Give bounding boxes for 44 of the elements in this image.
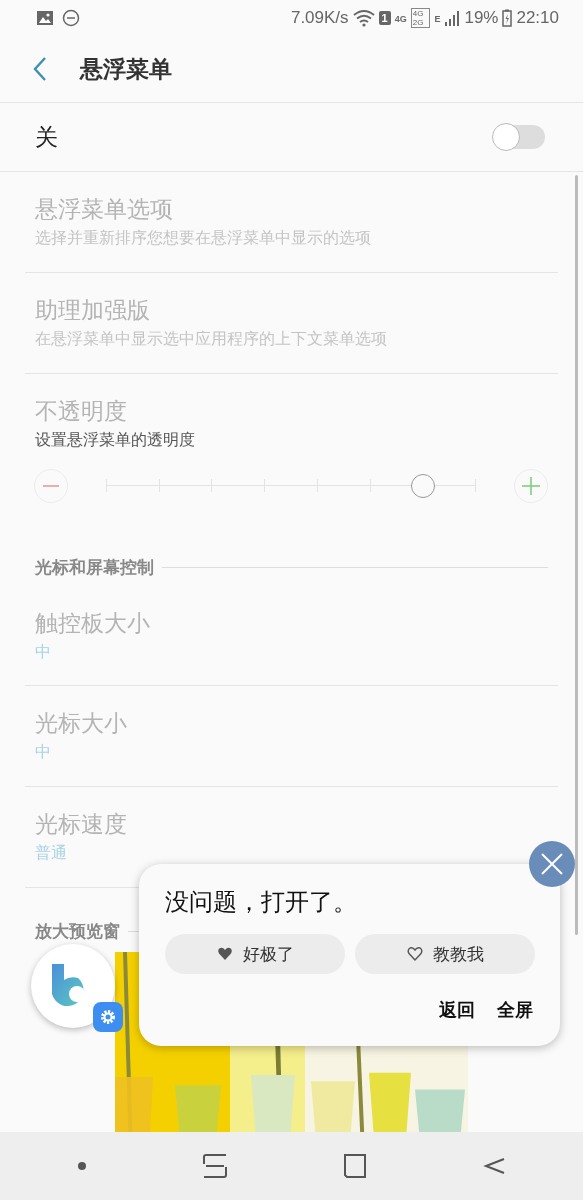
network-label: 4G xyxy=(412,9,424,18)
network-label: 4G xyxy=(394,14,407,24)
recent-apps-icon[interactable] xyxy=(202,1153,229,1179)
section-header: 放大预览窗 xyxy=(35,919,120,943)
network-speed: 7.09K/s xyxy=(290,8,349,28)
item-value: 中 xyxy=(35,742,52,763)
home-icon[interactable] xyxy=(342,1153,367,1179)
network-label: 2G xyxy=(412,18,424,27)
item-description: 设置悬浮菜单的透明度 xyxy=(35,430,196,451)
item-title: 触控板大小 xyxy=(35,609,151,638)
switch-label: 关 xyxy=(35,122,58,152)
item-title: 悬浮菜单选项 xyxy=(35,195,174,224)
clock: 22:10 xyxy=(516,8,559,28)
plus-icon xyxy=(521,476,541,496)
minus-circle-icon xyxy=(62,9,80,27)
feedback-button[interactable]: 教教我 xyxy=(355,934,535,974)
sim-badge: 1 xyxy=(378,11,391,25)
item-value: 中 xyxy=(35,642,52,663)
toggle-switch[interactable] xyxy=(493,125,545,149)
wifi-icon xyxy=(352,9,375,27)
assistant-button[interactable] xyxy=(31,944,115,1028)
item-title: 不透明度 xyxy=(35,397,128,426)
page-title: 悬浮菜单 xyxy=(80,54,172,84)
feedback-button[interactable]: 好极了 xyxy=(165,934,345,974)
section-header: 光标和屏幕控制 xyxy=(35,555,154,579)
item-title: 光标速度 xyxy=(35,810,128,839)
text-button[interactable]: 返回 xyxy=(437,996,477,1024)
item-title: 助理加强版 xyxy=(35,296,151,325)
close-button[interactable] xyxy=(529,841,575,887)
close-icon xyxy=(540,852,564,876)
dot-icon xyxy=(77,1161,88,1171)
text-button[interactable]: 全屏 xyxy=(495,996,535,1024)
network-label: E xyxy=(434,14,441,24)
item-value: 普通 xyxy=(35,843,68,864)
image-icon xyxy=(36,10,54,26)
settings-badge[interactable] xyxy=(93,1002,123,1032)
assistant-message: 没问题，打开了。 xyxy=(165,887,358,918)
back-icon[interactable] xyxy=(32,56,48,82)
battery-percent: 19% xyxy=(464,8,499,28)
settings-icon xyxy=(99,1008,117,1026)
minus-icon xyxy=(43,485,59,487)
signal-icon xyxy=(444,10,461,26)
item-title: 光标大小 xyxy=(35,709,128,738)
battery-icon xyxy=(502,9,513,27)
